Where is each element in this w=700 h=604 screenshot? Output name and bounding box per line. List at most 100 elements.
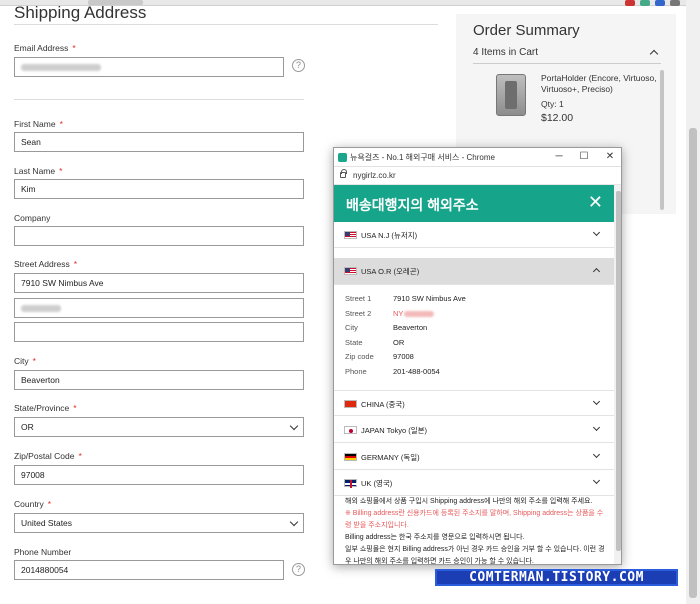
extension-icon[interactable] <box>670 0 680 6</box>
state-key: State <box>345 338 363 347</box>
popup-address-bar[interactable]: nygirlz.co.kr <box>334 167 621 185</box>
last-name-label: Last Name * <box>14 166 63 176</box>
region-usa-nj[interactable]: USA N.J (뉴저지) <box>334 222 614 248</box>
note-warning: ※ Billing address란 신용카드에 등록된 주소지를 말하며, S… <box>345 510 604 529</box>
cart-scrollbar[interactable] <box>660 70 664 210</box>
lock-icon <box>340 169 347 178</box>
country-value: United States <box>21 518 73 528</box>
popup-banner-title: 배송대행지의 해외주소 <box>346 197 479 213</box>
region-label: UK (영국) <box>361 479 393 488</box>
region-japan[interactable]: JAPAN Tokyo (일본) <box>334 417 614 443</box>
chevron-down-icon <box>592 476 601 485</box>
extension-icon[interactable] <box>640 0 650 6</box>
maximize-button[interactable]: ☐ <box>577 150 591 164</box>
help-icon[interactable]: ? <box>292 59 305 72</box>
close-icon[interactable]: ✕ <box>588 191 603 213</box>
extension-icon[interactable] <box>655 0 665 6</box>
street-line3-field[interactable] <box>14 322 304 342</box>
email-field[interactable] <box>14 57 284 77</box>
extension-icon[interactable] <box>625 0 635 6</box>
region-usa-or[interactable]: USA O.R (오레곤) <box>334 258 614 285</box>
chevron-down-icon <box>592 450 601 459</box>
divider <box>14 99 304 100</box>
popup-titlebar[interactable]: 뉴욕걸즈 - No.1 해외구매 서비스 - Chrome ─ ☐ ✕ <box>334 148 621 167</box>
zip-field[interactable]: 97008 <box>14 465 304 485</box>
chevron-down-icon <box>289 517 299 527</box>
note-line: 일부 쇼핑몰은 현지 Billing address가 아닌 경우 카드 승인을… <box>345 546 605 565</box>
notes-text: 해외 쇼핑몰에서 상품 구입시 Shipping address에 나만의 해외… <box>345 496 607 565</box>
region-label: CHINA (중국) <box>361 400 405 409</box>
chevron-up-icon <box>592 267 601 276</box>
order-summary-title: Order Summary <box>473 22 580 39</box>
first-name-field[interactable]: Sean <box>14 132 304 152</box>
chevron-down-icon <box>592 397 601 406</box>
state-label: State/Province * <box>14 403 77 413</box>
us-flag-icon <box>344 267 357 275</box>
chevron-down-icon <box>289 421 299 431</box>
divider <box>14 24 438 25</box>
popup-url: nygirlz.co.kr <box>353 171 396 180</box>
region-label: JAPAN Tokyo (일본) <box>361 426 428 435</box>
germany-flag-icon <box>344 453 357 461</box>
china-flag-icon <box>344 400 357 408</box>
page-title: Shipping Address <box>14 3 147 22</box>
company-label: Company <box>14 213 51 223</box>
city-label: City * <box>14 356 36 366</box>
popup-window-title: 뉴욕걸즈 - No.1 해외구매 서비스 - Chrome <box>350 153 495 162</box>
popup-banner: 배송대행지의 해외주소 ✕ <box>334 185 614 222</box>
region-china[interactable]: CHINA (중국) <box>334 390 614 416</box>
company-field[interactable] <box>14 226 304 246</box>
city-key: City <box>345 323 358 332</box>
site-favicon-icon <box>338 153 347 162</box>
scrollbar-thumb[interactable] <box>616 191 621 551</box>
blurred-text <box>21 305 61 313</box>
divider <box>473 63 661 64</box>
scrollbar-thumb[interactable] <box>689 128 697 598</box>
region-label: USA N.J (뉴저지) <box>361 231 418 240</box>
street2-key: Street 2 <box>345 309 372 318</box>
product-image[interactable] <box>496 74 526 116</box>
help-icon[interactable]: ? <box>292 563 305 576</box>
japan-flag-icon <box>344 426 357 434</box>
chevron-down-icon <box>592 423 601 432</box>
watermark-logo: COMTERMAN.TISTORY.COM <box>435 569 678 586</box>
note-line: 해외 쇼핑몰에서 상품 구입시 Shipping address에 나만의 해외… <box>345 498 593 505</box>
us-flag-icon <box>344 231 357 239</box>
country-select[interactable]: United States <box>14 513 304 533</box>
uk-flag-icon <box>344 479 358 488</box>
street2-value: NY <box>393 309 435 318</box>
zip-label: Zip/Postal Code * <box>14 451 82 461</box>
product-price: $12.00 <box>541 112 574 124</box>
street-line1-field[interactable]: 7910 SW Nimbus Ave <box>14 273 304 293</box>
page-scrollbar[interactable] <box>686 0 700 604</box>
zip-key: Zip code <box>345 352 374 361</box>
state-value: OR <box>393 338 405 347</box>
chevron-up-icon[interactable] <box>649 49 659 59</box>
blurred-email <box>21 64 101 72</box>
address-popup-window: 뉴욕걸즈 - No.1 해외구매 서비스 - Chrome ─ ☐ ✕ nygi… <box>333 147 622 565</box>
close-window-button[interactable]: ✕ <box>603 150 617 164</box>
last-name-field[interactable]: Kim <box>14 179 304 199</box>
chevron-down-icon <box>592 228 601 237</box>
region-label: GERMANY (독일) <box>361 453 420 462</box>
zip-value: 97008 <box>393 352 414 361</box>
items-in-cart-toggle[interactable]: 4 Items in Cart <box>473 47 538 58</box>
state-value: OR <box>21 422 34 432</box>
region-label: USA O.R (오레곤) <box>361 267 420 276</box>
region-uk[interactable]: UK (영국) <box>334 470 614 496</box>
street1-key: Street 1 <box>345 294 372 303</box>
city-field[interactable]: Beaverton <box>14 370 304 390</box>
street-label: Street Address * <box>14 259 78 269</box>
phone-value: 201-488-0054 <box>393 367 440 376</box>
popup-scrollbar[interactable] <box>614 185 621 564</box>
note-line: Billing address는 한국 주소지를 영문으로 입력하시면 됩니다. <box>345 534 525 541</box>
phone-key: Phone <box>345 367 367 376</box>
product-name[interactable]: PortaHolder (Encore, Virtuoso, Virtuoso+… <box>541 73 666 95</box>
minimize-button[interactable]: ─ <box>552 150 566 164</box>
product-qty: Qty: 1 <box>541 99 564 109</box>
phone-label: Phone Number <box>14 547 72 557</box>
street-line2-field[interactable] <box>14 298 304 318</box>
state-select[interactable]: OR <box>14 417 304 437</box>
region-germany[interactable]: GERMANY (독일) <box>334 444 614 470</box>
phone-field[interactable]: 2014880054 <box>14 560 284 580</box>
